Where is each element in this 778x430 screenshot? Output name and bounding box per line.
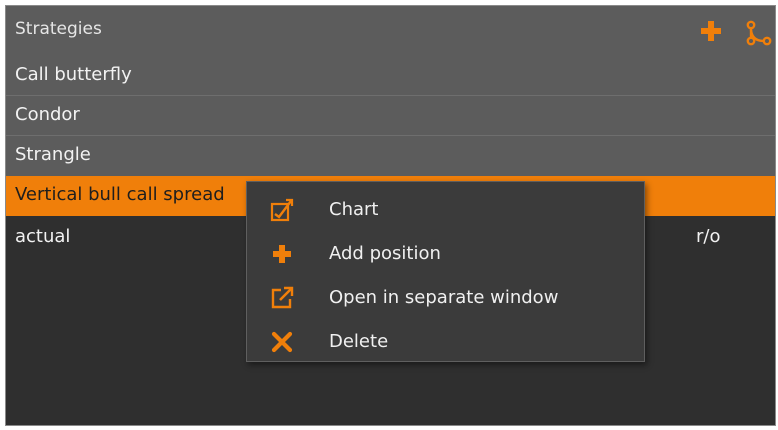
- menu-item-label: Delete: [329, 331, 389, 352]
- menu-item-chart[interactable]: Chart: [247, 188, 644, 232]
- list-item[interactable]: Call butterfly: [6, 56, 775, 94]
- split-icon[interactable]: [744, 18, 772, 46]
- context-menu: Chart Add position Open in separate wind…: [246, 181, 645, 362]
- strategy-name: Condor: [15, 104, 80, 125]
- strategy-list: Call butterfly Condor Strangle: [6, 56, 775, 176]
- menu-item-delete[interactable]: Delete: [247, 320, 644, 364]
- chart-icon: [269, 197, 295, 223]
- list-item[interactable]: Strangle: [6, 136, 775, 174]
- close-icon: [269, 329, 295, 355]
- actual-name: actual: [15, 226, 71, 247]
- menu-item-label: Add position: [329, 243, 441, 264]
- panel-header: Strategies: [6, 6, 775, 56]
- strategy-name: Vertical bull call spread: [15, 184, 225, 205]
- readonly-tag: r/o: [696, 226, 721, 247]
- menu-item-open-separate-window[interactable]: Open in separate window: [247, 276, 644, 320]
- menu-item-label: Chart: [329, 199, 379, 220]
- strategy-name: Call butterfly: [15, 64, 132, 85]
- plus-icon: [269, 241, 295, 267]
- external-window-icon: [269, 285, 295, 311]
- list-item[interactable]: Condor: [6, 96, 775, 134]
- menu-item-add-position[interactable]: Add position: [247, 232, 644, 276]
- add-strategy-icon[interactable]: [698, 18, 724, 44]
- panel-title: Strategies: [15, 19, 102, 39]
- menu-item-label: Open in separate window: [329, 287, 559, 308]
- strategy-name: Strangle: [15, 144, 91, 165]
